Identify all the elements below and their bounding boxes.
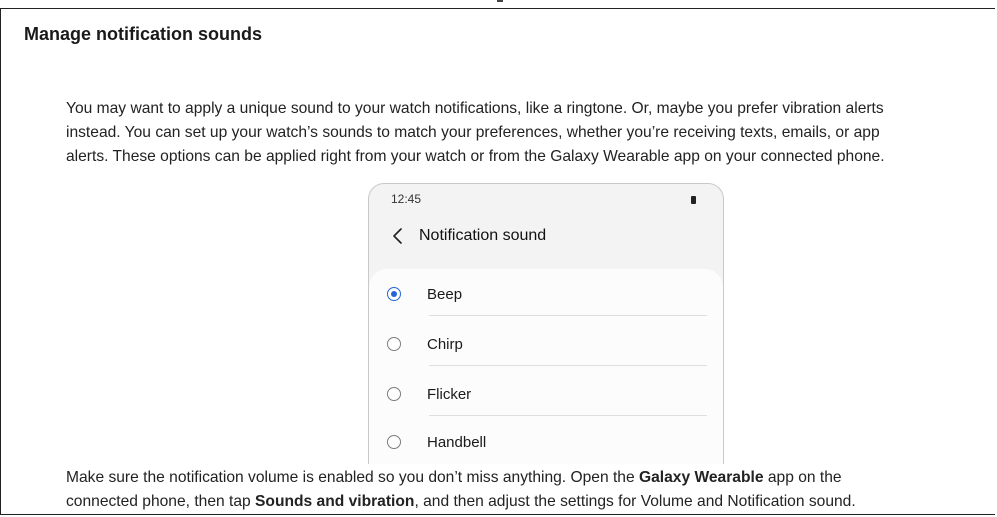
sound-option-beep[interactable]: Beep	[387, 269, 707, 319]
page-title: Manage notification sounds	[24, 24, 263, 44]
screen-title: Notification sound	[419, 227, 547, 244]
top-mark	[497, 0, 503, 2]
radio-unselected-icon[interactable]	[387, 435, 401, 449]
footer-text: app on the	[763, 469, 842, 486]
phone-screenshot: 12:45 Notification sound Beep Chirp Flic…	[368, 183, 724, 464]
divider	[429, 365, 707, 366]
intro-line: You may want to apply a unique sound to …	[66, 100, 884, 117]
divider	[429, 415, 707, 416]
option-label: Chirp	[427, 335, 463, 353]
screen-header: Notification sound	[391, 224, 546, 248]
battery-icon	[691, 196, 696, 204]
intro-line: alerts. These options can be applied rig…	[66, 148, 885, 165]
footer-line: connected phone, then tap Sounds and vib…	[66, 490, 986, 514]
radio-selected-icon[interactable]	[387, 287, 401, 301]
footer-text: , and then adjust the settings for Volum…	[414, 493, 856, 510]
option-label: Beep	[427, 285, 463, 303]
sound-option-handbell[interactable]: Handbell	[387, 417, 707, 464]
menu-name-bold: Sounds and vibration	[255, 493, 415, 510]
sound-option-flicker[interactable]: Flicker	[387, 369, 707, 419]
option-label: Handbell	[427, 433, 487, 451]
footer-line: Make sure the notification volume is ena…	[66, 466, 986, 490]
radio-unselected-icon[interactable]	[387, 337, 401, 351]
instructions-paragraph: Make sure the notification volume is ena…	[66, 466, 986, 514]
sound-options-list: Beep Chirp Flicker Handbell	[369, 269, 723, 464]
app-name-bold: Galaxy Wearable	[638, 469, 764, 486]
status-time: 12:45	[391, 192, 422, 206]
divider	[429, 315, 707, 316]
sound-option-chirp[interactable]: Chirp	[387, 319, 707, 369]
intro-line: instead. You can set up your watch’s sou…	[66, 124, 880, 141]
footer-text: Make sure the notification volume is ena…	[66, 469, 639, 486]
chevron-left-icon[interactable]	[391, 225, 405, 247]
intro-paragraph: You may want to apply a unique sound to …	[66, 97, 997, 169]
option-label: Flicker	[427, 385, 472, 403]
footer-text: connected phone, then tap	[66, 493, 256, 510]
radio-unselected-icon[interactable]	[387, 387, 401, 401]
